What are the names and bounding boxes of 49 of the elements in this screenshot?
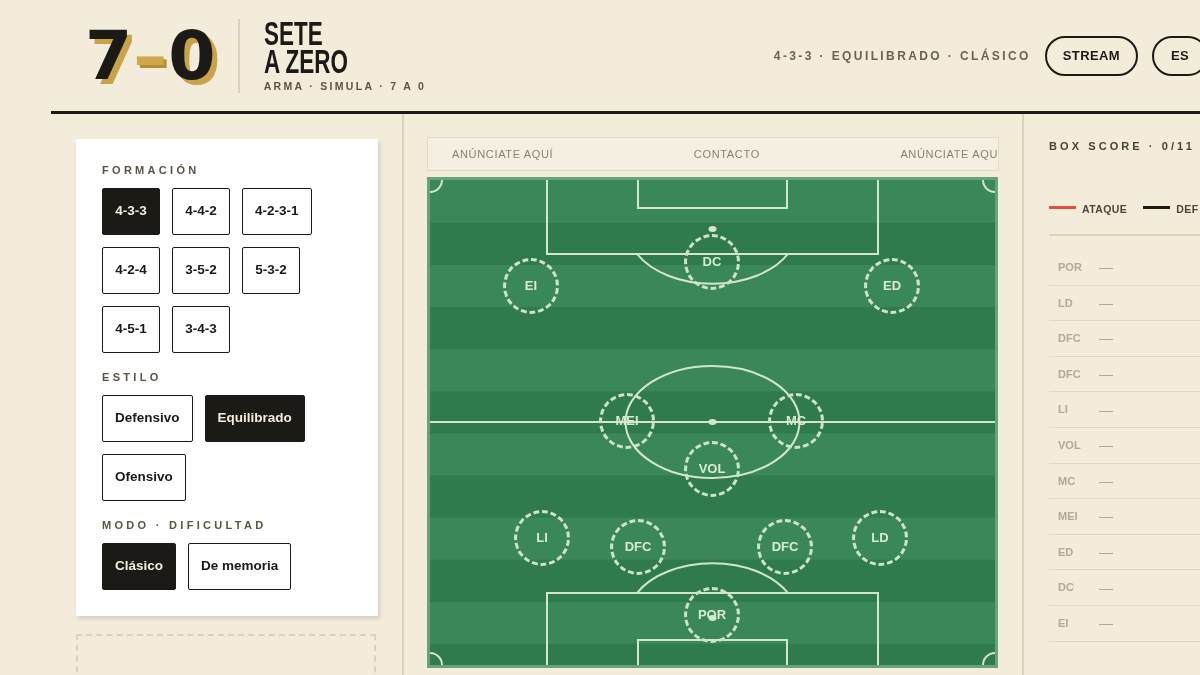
position-label: EI xyxy=(1058,616,1070,631)
player-value: — xyxy=(1099,295,1113,310)
section-label: FORMACIÓN xyxy=(102,163,201,177)
formation-button[interactable]: 4-3-3 xyxy=(102,188,160,235)
player-value: — xyxy=(1099,509,1113,524)
position-label: MEI xyxy=(1058,509,1079,525)
selection-summary: 4-3-3 · EQUILIBRADO · CLÁSICO xyxy=(773,47,1031,65)
section-label: ESTILO xyxy=(102,370,163,384)
style-button[interactable]: Defensivo xyxy=(102,395,193,442)
mode-button[interactable]: Clásico xyxy=(102,543,177,590)
player-value: — xyxy=(1099,580,1113,595)
ad-strip-link[interactable]: ANÚNCIATE AQUÍ xyxy=(452,145,554,163)
position-label: LI xyxy=(1058,402,1069,418)
position-label: DFC xyxy=(1058,331,1082,347)
tagline: ARMA · SIMULA · 7 A 0 xyxy=(263,81,427,92)
player-value: — xyxy=(1099,545,1113,560)
language-button[interactable]: ES xyxy=(1152,35,1200,76)
position-label: MC xyxy=(1058,473,1077,489)
mode-button[interactable]: De memoria xyxy=(188,543,292,590)
section-label: MODO · DIFICULTAD xyxy=(102,518,268,532)
player-value: — xyxy=(1099,438,1113,453)
position-label: VOL xyxy=(1058,438,1082,453)
site-title: SETE A ZERO xyxy=(263,19,348,75)
formation-button[interactable]: 4-2-3-1 xyxy=(242,188,312,235)
logo: 7–0 xyxy=(85,21,216,90)
player-slot[interactable]: DC xyxy=(684,234,740,290)
formation-button[interactable]: 3-5-2 xyxy=(172,247,230,294)
formation-button[interactable]: 3-4-3 xyxy=(172,306,230,353)
position-label: ED xyxy=(1058,544,1075,560)
player-value: — xyxy=(1099,616,1113,631)
formation-button[interactable]: 4-5-1 xyxy=(102,306,160,353)
box-score-title: BOX SCORE · 0/11 xyxy=(1049,139,1196,153)
legend-label: DEF xyxy=(1176,203,1199,215)
position-label: POR xyxy=(1058,260,1083,276)
position-label: LD xyxy=(1058,295,1074,311)
formation-button[interactable]: 5-3-2 xyxy=(242,247,300,294)
formation-button[interactable]: 4-4-2 xyxy=(172,188,230,235)
player-value: — xyxy=(1099,331,1113,346)
player-value: — xyxy=(1099,260,1113,275)
player-value: — xyxy=(1099,402,1113,417)
player-value: — xyxy=(1099,473,1113,488)
style-button[interactable]: Ofensivo xyxy=(102,454,186,501)
position-label: DFC xyxy=(1058,366,1082,382)
formation-button[interactable]: 4-2-4 xyxy=(102,247,160,294)
stream-button[interactable]: STREAM xyxy=(1044,35,1138,76)
legend-label: ATAQUE xyxy=(1082,203,1128,215)
style-button[interactable]: Equilibrado xyxy=(204,395,305,442)
player-value: — xyxy=(1099,367,1113,382)
position-label: DC xyxy=(1058,580,1075,596)
